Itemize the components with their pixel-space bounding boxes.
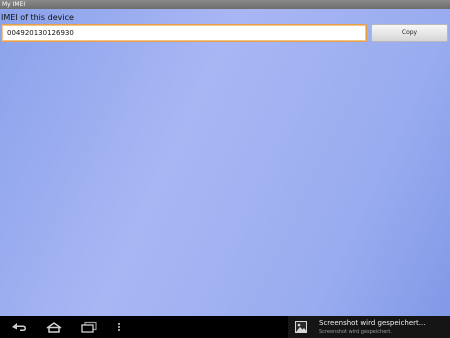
app-title: My IMEI — [2, 1, 26, 8]
imei-field[interactable] — [1, 24, 367, 42]
back-icon[interactable] — [10, 321, 28, 333]
notification-subtitle: Screenshot wird gespeichert. — [319, 329, 392, 335]
imei-label: IMEI of this device — [1, 13, 74, 22]
notification-title: Screenshot wird gespeichert... — [319, 319, 426, 327]
recent-apps-icon[interactable] — [80, 321, 98, 333]
app-title-bar: My IMEI — [0, 0, 450, 9]
screenshot-notification[interactable]: Screenshot wird gespeichert... Screensho… — [288, 316, 450, 338]
app-window: My IMEI IMEI of this device Copy Screens… — [0, 0, 450, 338]
home-icon[interactable] — [45, 321, 63, 333]
menu-dots-icon[interactable] — [115, 321, 123, 333]
image-icon — [295, 321, 307, 333]
copy-button[interactable]: Copy — [371, 24, 448, 42]
